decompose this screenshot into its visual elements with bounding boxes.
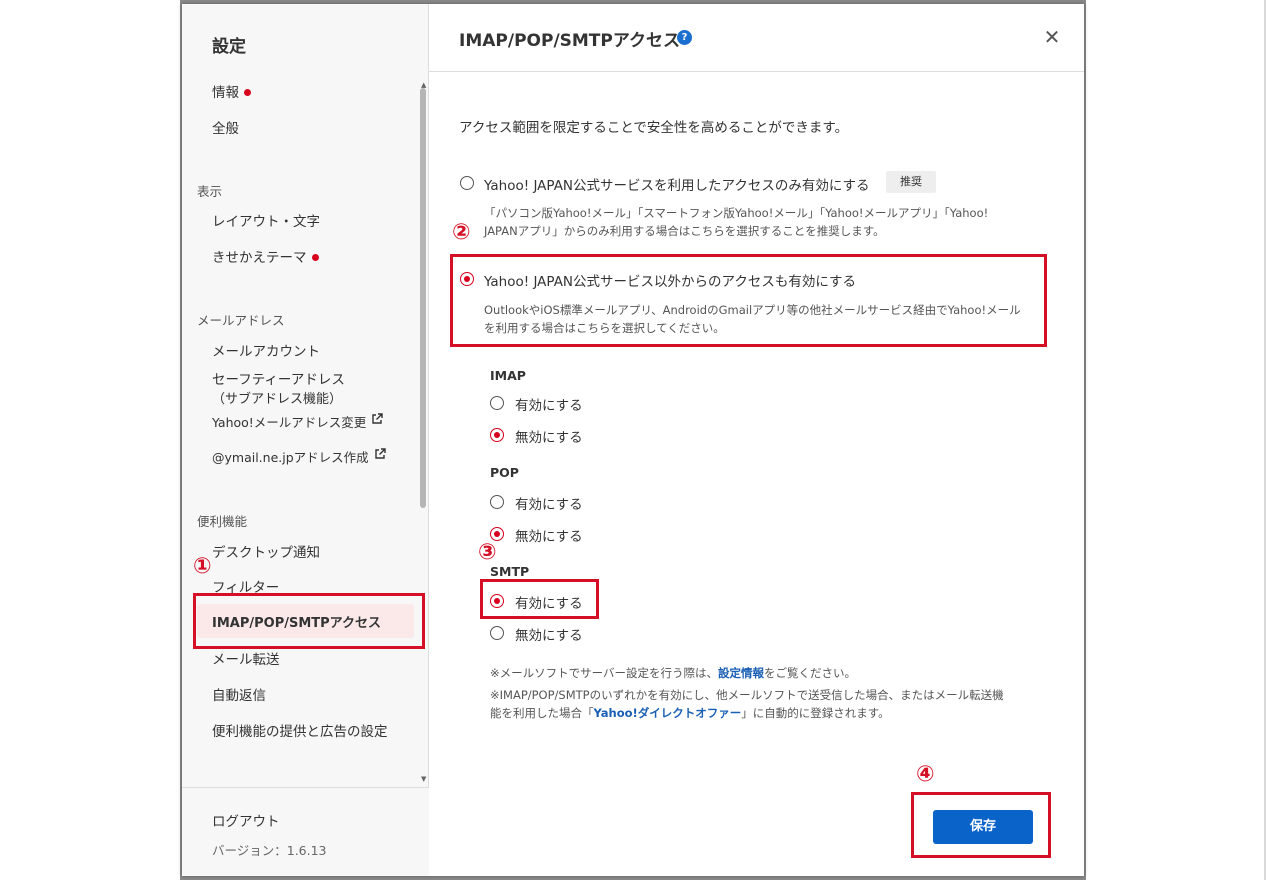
pop-enable-label[interactable]: 有効にする [515, 493, 583, 513]
sidebar-item-layout[interactable]: レイアウト・文字 [212, 210, 320, 230]
sidebar-item-label: セーフティーアドレス [212, 372, 345, 388]
sidebar-item-general[interactable]: 全般 [212, 117, 239, 137]
sidebar-item-ymail-address[interactable]: @ymail.ne.jpアドレス作成 [212, 447, 386, 466]
imap-enable-radio[interactable] [490, 396, 504, 410]
smtp-section-title: SMTP [490, 564, 530, 579]
pop-enable-radio[interactable] [490, 495, 504, 509]
sidebar-item-safety-address[interactable]: セーフティーアドレス （サブアドレス機能） [212, 368, 345, 407]
imap-enable-label[interactable]: 有効にする [515, 394, 583, 414]
imap-disable-label[interactable]: 無効にする [515, 426, 583, 446]
annotation-box-4 [911, 792, 1051, 858]
sidebar-section-mail-address: メールアドレス [197, 313, 285, 328]
annotation-box-3 [480, 579, 599, 619]
sidebar-item-label: 情報 [212, 85, 239, 101]
pop-disable-radio[interactable] [490, 527, 504, 541]
option-official-only-desc: 「パソコン版Yahoo!メール」「スマートフォン版Yahoo!メール」「Yaho… [484, 206, 989, 238]
pop-disable-label[interactable]: 無効にする [515, 525, 583, 545]
imap-section-title: IMAP [490, 368, 526, 383]
settings-sidebar: 設定 情報 全般 表示 レイアウト・文字 きせかえテーマ メールアドレス メール… [182, 4, 429, 876]
sidebar-item-ads-settings[interactable]: 便利機能の提供と広告の設定 [212, 720, 388, 740]
sidebar-item-sublabel: （サブアドレス機能） [212, 392, 343, 407]
settings-dialog: 設定 情報 全般 表示 レイアウト・文字 きせかえテーマ メールアドレス メール… [182, 4, 1084, 876]
sidebar-item-info[interactable]: 情報 [212, 81, 251, 101]
sidebar-footer: ログアウト バージョン：1.6.13 [182, 787, 429, 876]
sidebar-item-label: @ymail.ne.jpアドレス作成 [212, 450, 369, 465]
version-text: バージョン：1.6.13 [212, 843, 327, 858]
page-title: IMAP/POP/SMTPアクセス [459, 31, 681, 51]
sidebar-item-label: Yahoo!メールアドレス変更 [212, 415, 367, 430]
sidebar-item-mail-account[interactable]: メールアカウント [212, 340, 320, 360]
sidebar-scrollbar[interactable] [420, 88, 426, 508]
smtp-disable-radio[interactable] [490, 626, 504, 640]
annotation-box-1 [193, 593, 425, 649]
pop-section-title: POP [490, 465, 519, 480]
annotation-number-4: ④ [916, 762, 935, 787]
external-link-icon [374, 448, 386, 464]
settings-info-link[interactable]: 設定情報 [718, 666, 764, 680]
sidebar-title: 設定 [212, 37, 246, 57]
scroll-down-arrow-icon[interactable]: ▼ [421, 776, 426, 783]
notification-dot-icon [311, 253, 319, 261]
smtp-disable-label[interactable]: 無効にする [515, 624, 583, 644]
dialog-header: IMAP/POP/SMTPアクセス ? ✕ [429, 4, 1084, 72]
annotation-box-2 [450, 254, 1047, 347]
imap-disable-radio[interactable] [490, 428, 504, 442]
sidebar-item-desktop-notify[interactable]: デスクトップ通知 [212, 541, 320, 561]
sidebar-item-change-address[interactable]: Yahoo!メールアドレス変更 [212, 412, 384, 431]
help-icon[interactable]: ? [677, 30, 692, 45]
recommended-badge: 推奨 [886, 171, 936, 193]
sidebar-item-theme[interactable]: きせかえテーマ [212, 246, 319, 266]
intro-text: アクセス範囲を限定することで安全性を高めることができます。 [459, 120, 849, 136]
annotation-number-2: ② [452, 220, 471, 245]
direct-offer-link[interactable]: Yahoo!ダイレクトオファー [594, 706, 742, 720]
sidebar-item-label: きせかえテーマ [212, 250, 307, 266]
sidebar-section-display: 表示 [197, 184, 223, 199]
direct-offer-note: ※IMAP/POP/SMTPのいずれかを有効にし、他メールソフトで送受信した場合… [490, 688, 1004, 720]
logout-link[interactable]: ログアウト [212, 810, 280, 830]
annotation-number-1: ① [193, 554, 212, 579]
option-official-only-radio[interactable] [460, 176, 474, 190]
sidebar-item-auto-reply[interactable]: 自動返信 [212, 684, 266, 704]
annotation-number-3: ③ [478, 540, 497, 565]
sidebar-section-features: 便利機能 [197, 514, 248, 529]
sidebar-item-forwarding[interactable]: メール転送 [212, 648, 280, 668]
external-link-icon [371, 413, 384, 429]
option-official-only-label[interactable]: Yahoo! JAPAN公式サービスを利用したアクセスのみ有効にする [484, 174, 870, 194]
close-button[interactable]: ✕ [1041, 26, 1063, 48]
notification-dot-icon [244, 88, 251, 96]
settings-info-note: ※メールソフトでサーバー設定を行う際は、設定情報をご覧ください。 [490, 666, 857, 680]
